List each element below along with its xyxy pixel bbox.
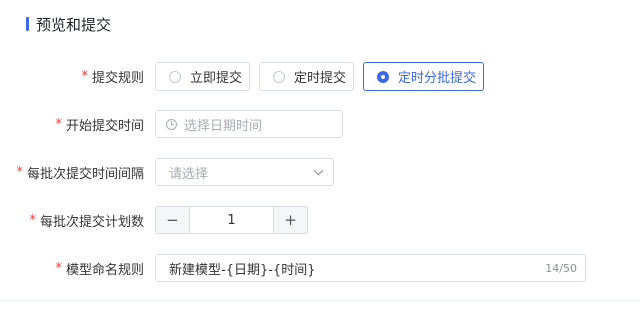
start-time-row: * 开始提交时间 选择日期时间 xyxy=(0,110,640,138)
batch-interval-label: * 每批次提交时间间隔 xyxy=(16,163,144,182)
start-time-placeholder: 选择日期时间 xyxy=(184,118,263,134)
batch-interval-row: * 每批次提交时间间隔 请选择 xyxy=(0,158,640,186)
increment-button[interactable]: + xyxy=(273,206,308,234)
naming-rule-row: * 模型命名规则 新建模型-{日期}-{时间} 14/50 xyxy=(0,254,640,282)
submit-rule-row: * 提交规则 立即提交 定时提交 定时分批提交 xyxy=(0,62,640,91)
plus-icon: + xyxy=(284,211,297,229)
section-title: 预览和提交 xyxy=(36,15,112,34)
radio-scheduled-submit[interactable]: 定时提交 xyxy=(259,62,354,91)
required-mark: * xyxy=(81,69,88,84)
start-time-label-text: 开始提交时间 xyxy=(65,118,144,134)
submit-rule-label: * 提交规则 xyxy=(81,67,144,86)
required-mark: * xyxy=(29,212,36,228)
chevron-down-icon xyxy=(313,165,324,176)
radio-scheduled-label: 定时提交 xyxy=(294,71,347,86)
radio-immediate-label: 立即提交 xyxy=(190,71,243,86)
divider xyxy=(0,300,640,301)
batch-interval-placeholder: 请选择 xyxy=(169,166,209,182)
radio-checked-icon xyxy=(377,70,389,83)
submit-rule-label-text: 提交规则 xyxy=(91,71,144,86)
batch-count-row: * 每批次提交计划数 − 1 + xyxy=(0,206,640,234)
required-mark: * xyxy=(55,116,62,132)
clock-icon xyxy=(166,118,177,130)
section-header: 预览和提交 xyxy=(26,13,111,35)
decrement-button[interactable]: − xyxy=(155,206,190,234)
required-mark: * xyxy=(55,260,62,276)
start-time-label: * 开始提交时间 xyxy=(55,115,144,134)
batch-interval-select[interactable]: 请选择 xyxy=(155,158,334,186)
section-accent-bar xyxy=(26,17,29,31)
radio-circle-icon xyxy=(273,70,285,83)
batch-count-input[interactable]: 1 xyxy=(190,207,273,233)
batch-count-label: * 每批次提交计划数 xyxy=(29,211,144,230)
naming-rule-label: * 模型命名规则 xyxy=(55,259,144,278)
naming-rule-value: 新建模型-{日期}-{时间} xyxy=(169,262,316,278)
minus-icon: − xyxy=(166,211,179,229)
radio-immediate-submit[interactable]: 立即提交 xyxy=(155,62,250,91)
naming-rule-label-text: 模型命名规则 xyxy=(65,262,144,278)
required-mark: * xyxy=(16,164,23,180)
start-time-picker[interactable]: 选择日期时间 xyxy=(155,110,343,138)
radio-scheduled-batch-label: 定时分批提交 xyxy=(398,71,477,86)
batch-interval-label-text: 每批次提交时间间隔 xyxy=(26,166,144,182)
naming-rule-input[interactable]: 新建模型-{日期}-{时间} 14/50 xyxy=(155,254,586,282)
character-counter: 14/50 xyxy=(545,261,577,275)
radio-scheduled-batch-submit[interactable]: 定时分批提交 xyxy=(363,62,484,91)
batch-count-value: 1 xyxy=(227,212,236,228)
batch-count-label-text: 每批次提交计划数 xyxy=(39,214,144,230)
radio-circle-icon xyxy=(169,70,181,83)
batch-count-stepper: − 1 + xyxy=(155,206,308,234)
